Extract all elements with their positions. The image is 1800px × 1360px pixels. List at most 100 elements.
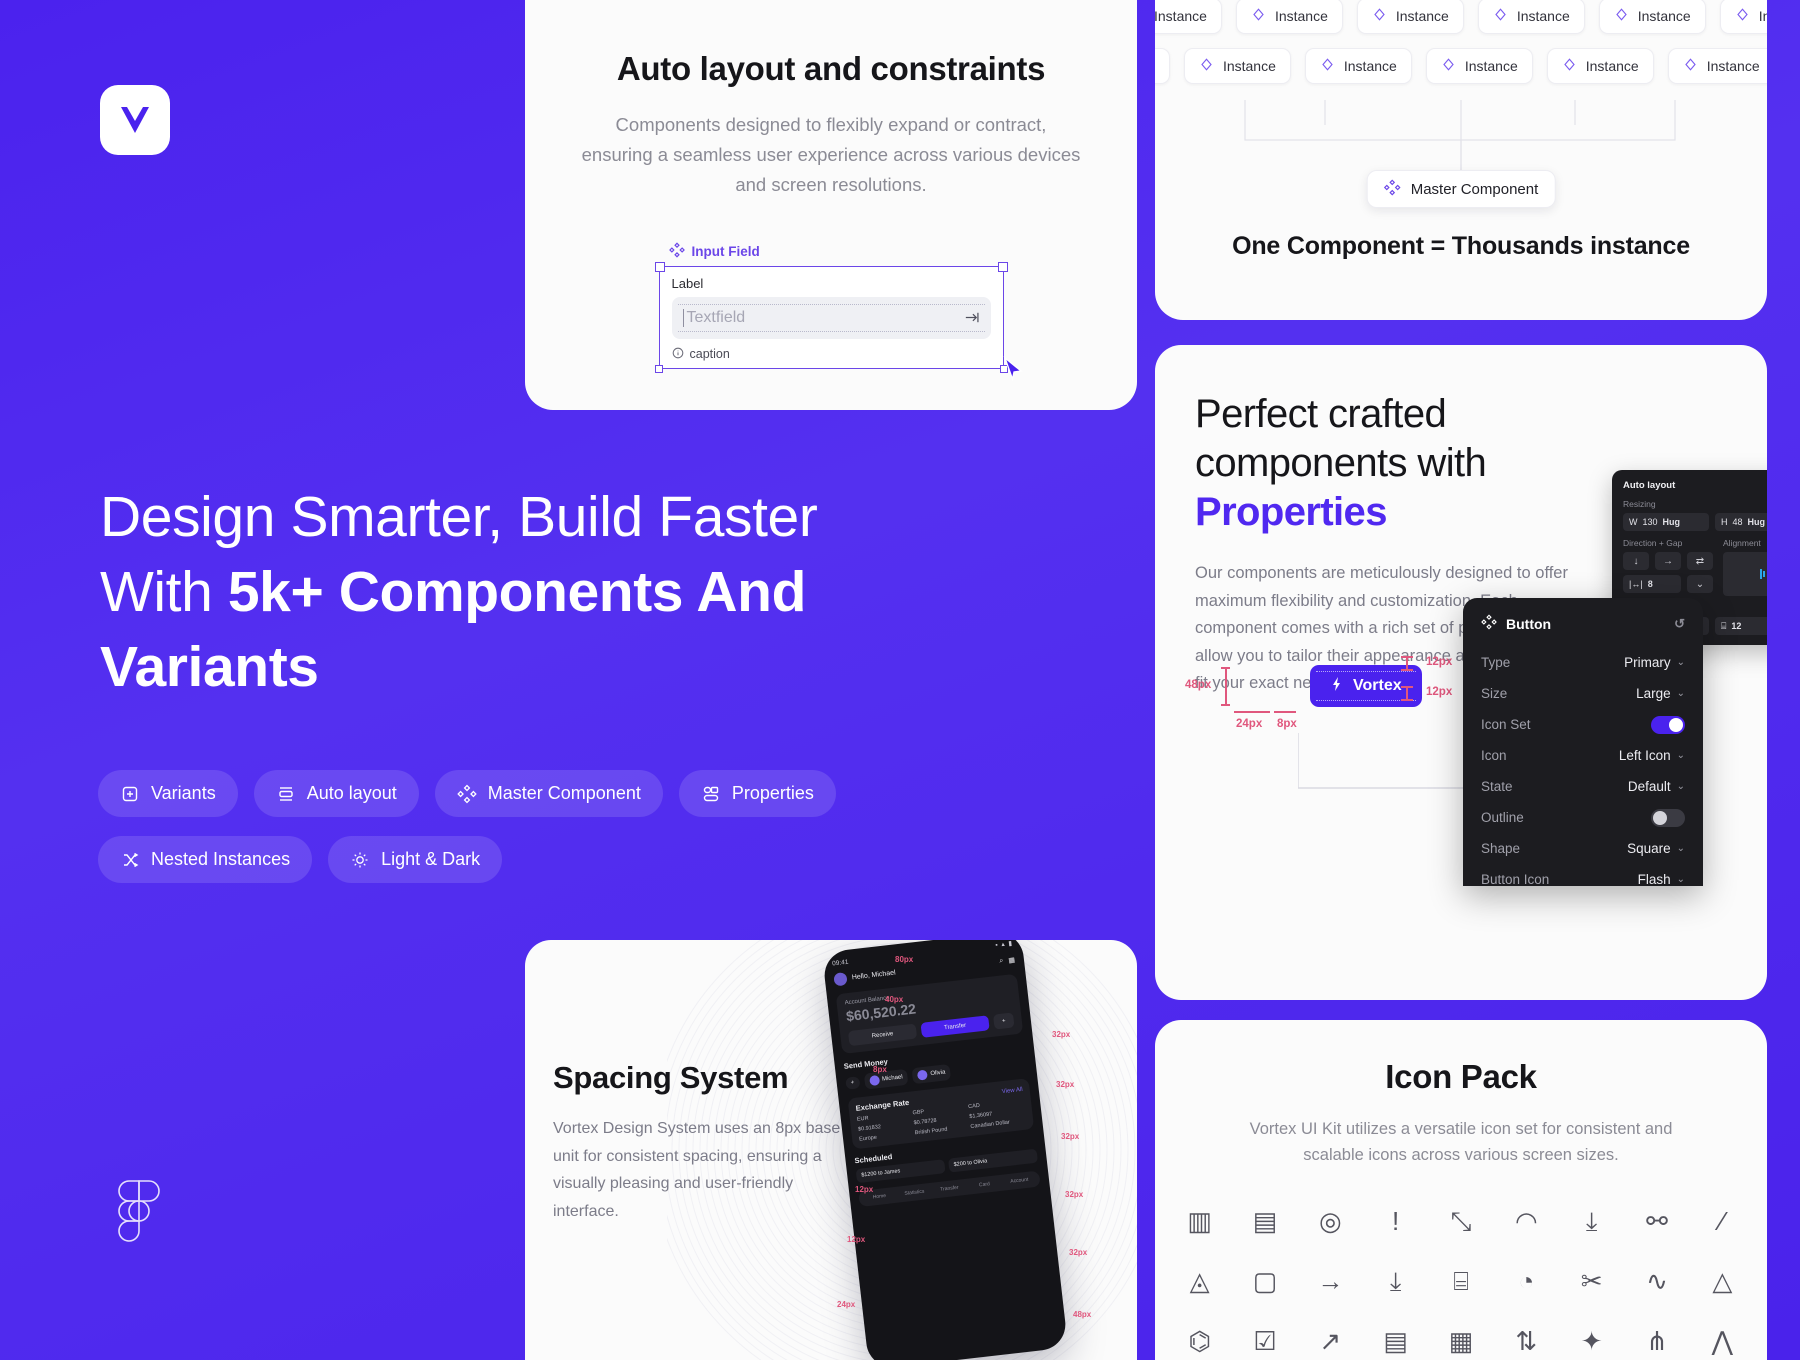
direction-vertical-button[interactable]: ↓: [1623, 552, 1649, 570]
property-row[interactable]: Button Icon Flash ⌄: [1481, 864, 1685, 886]
scheduled-title: Scheduled: [854, 1152, 893, 1166]
nav-item[interactable]: Card: [967, 1180, 1003, 1190]
instance-chip[interactable]: Instance: [1356, 0, 1464, 34]
property-value-label: Flash: [1637, 872, 1671, 886]
list-item[interactable]: $200 to Olivia: [948, 1148, 1039, 1173]
nav-item[interactable]: Statistics: [897, 1188, 933, 1198]
bird-icon[interactable]: ◠: [1496, 1195, 1557, 1247]
gap-field[interactable]: |↔| 8: [1623, 575, 1681, 593]
master-component-chip[interactable]: Master Component: [1366, 170, 1556, 208]
direction-wrap-button[interactable]: ⇄: [1687, 552, 1713, 570]
chart-bars-icon[interactable]: ▥: [1169, 1195, 1230, 1247]
download-circle-icon[interactable]: ⤓: [1561, 1195, 1622, 1247]
padding-vertical-field[interactable]: ⌸ 12: [1715, 617, 1767, 635]
compass-icon[interactable]: ◬: [1169, 1255, 1230, 1307]
page-root: Design Smarter, Build Faster With 5k+ Co…: [0, 0, 1800, 1360]
diamond-icon: [1735, 7, 1750, 25]
gap-dropdown-button[interactable]: ⌄: [1687, 575, 1713, 593]
padding-v-value: 12: [1731, 621, 1742, 631]
spacing-mark: 48px: [1073, 1310, 1092, 1319]
pill-nested-instances[interactable]: Nested Instances: [98, 836, 313, 883]
instance-chip[interactable]: Instance: [1719, 0, 1767, 34]
property-row[interactable]: Shape Square ⌄: [1481, 833, 1685, 864]
property-row[interactable]: Icon Set: [1481, 709, 1685, 740]
alignment-picker[interactable]: [1723, 552, 1767, 596]
toggle-switch[interactable]: [1651, 808, 1685, 827]
reset-icon[interactable]: ↺: [1674, 616, 1685, 632]
nav-item[interactable]: Account: [1002, 1176, 1038, 1186]
spacing-mark: 12px: [855, 1185, 874, 1194]
spacing-mark: 32px: [1065, 1190, 1084, 1199]
nav-item[interactable]: Transfer: [932, 1184, 968, 1194]
download-arrow-icon[interactable]: ⤓: [1365, 1255, 1426, 1307]
arrow-up-right-icon[interactable]: ↗: [1300, 1315, 1361, 1360]
search-icon[interactable]: ⌕: [999, 957, 1004, 965]
slash-icon[interactable]: ⁄: [1692, 1195, 1753, 1247]
instance-chip[interactable]: Instance: [1304, 48, 1412, 84]
link-icon[interactable]: ⚯: [1626, 1195, 1687, 1247]
grid-icon[interactable]: ▦: [1008, 955, 1015, 964]
pill-variants[interactable]: Variants: [98, 770, 238, 817]
search-input[interactable]: Textfield: [671, 296, 991, 339]
icon-grid: ▥▤◎!⤡◠⤓⚯⁄◬▢→⤓⌸◔✂∿△⌬☑↗▤▦⇅✦⋔⋀⚗◲♡▣⌖⚑△▤⊡: [1155, 1195, 1767, 1360]
direction-horizontal-button[interactable]: →: [1655, 552, 1681, 570]
phone-time: 09:41: [831, 958, 849, 968]
property-key: Icon Set: [1481, 717, 1531, 732]
book-icon[interactable]: ▤: [1234, 1195, 1295, 1247]
property-row[interactable]: Type Primary ⌄: [1481, 647, 1685, 678]
add-person-button[interactable]: +: [845, 1076, 860, 1090]
scissors-icon[interactable]: ✂: [1561, 1255, 1622, 1307]
instance-chip[interactable]: Instance: [1477, 0, 1585, 34]
instance-chip[interactable]: Instance: [1425, 48, 1533, 84]
triangle-icon[interactable]: △: [1692, 1255, 1753, 1307]
property-row[interactable]: Size Large ⌄: [1481, 678, 1685, 709]
view-all-link[interactable]: View All: [1002, 1086, 1023, 1094]
instance-chip[interactable]: Instance: [1235, 0, 1343, 34]
enter-arrow-icon[interactable]: [963, 309, 980, 326]
spec-12px-top: 12px: [1426, 656, 1453, 668]
building-icon[interactable]: ⌸: [1430, 1255, 1491, 1307]
more-button[interactable]: +: [992, 1012, 1015, 1030]
property-row[interactable]: Outline: [1481, 802, 1685, 833]
instance-chip[interactable]: Instance: [1546, 48, 1654, 84]
width-field[interactable]: W 130 Hug: [1623, 513, 1709, 531]
arrow-right-icon[interactable]: →: [1300, 1255, 1361, 1307]
search-target-icon[interactable]: ◎: [1300, 1195, 1361, 1247]
property-row[interactable]: State Default ⌄: [1481, 771, 1685, 802]
card-spacing-system: Spacing System Vortex Design System uses…: [525, 940, 1137, 1360]
collapse-icon[interactable]: ⤡: [1430, 1195, 1491, 1247]
split-icon[interactable]: ⋔: [1626, 1315, 1687, 1360]
alignment-label: Alignment: [1723, 538, 1761, 548]
sliders-icon[interactable]: ⇅: [1496, 1315, 1557, 1360]
phone-status-icons: ▪ ▴ ▮: [995, 940, 1014, 949]
transfer-button[interactable]: Transfer: [920, 1015, 990, 1038]
pill-master-component[interactable]: Master Component: [434, 770, 663, 817]
pill-label: Light & Dark: [381, 849, 481, 869]
check-square-icon[interactable]: ☑: [1234, 1315, 1295, 1360]
calendar-icon[interactable]: ▦: [1430, 1315, 1491, 1360]
alert-icon[interactable]: !: [1365, 1195, 1426, 1247]
stand-icon[interactable]: ⌬: [1169, 1315, 1230, 1360]
instance-chip[interactable]: Instance: [1598, 0, 1706, 34]
spark-icon[interactable]: ✦: [1561, 1315, 1622, 1360]
component-badge-label: Input Field: [691, 243, 760, 259]
pill-properties[interactable]: Properties: [678, 770, 836, 817]
toggle-switch[interactable]: [1651, 715, 1685, 734]
chart-line-icon[interactable]: ⋀: [1692, 1315, 1753, 1360]
instance-chip[interactable]: Instance: [1155, 0, 1222, 34]
property-value-label: Primary: [1624, 655, 1671, 670]
instance-chip[interactable]: Instance: [1667, 48, 1767, 84]
instance-chip[interactable]: Instance: [1155, 48, 1170, 84]
height-field[interactable]: H 48 Hug: [1715, 513, 1767, 531]
property-row[interactable]: Icon Left Icon ⌄: [1481, 740, 1685, 771]
pill-auto-layout[interactable]: Auto layout: [253, 770, 419, 817]
list-item[interactable]: Olivia: [911, 1063, 952, 1085]
ghost-icon[interactable]: ◔: [1496, 1255, 1557, 1307]
instance-chip[interactable]: Instance: [1183, 48, 1291, 84]
property-value-label: Square: [1627, 841, 1671, 856]
receive-button[interactable]: Receive: [847, 1023, 918, 1047]
pill-light-dark[interactable]: Light & Dark: [328, 836, 503, 883]
wave-icon[interactable]: ∿: [1626, 1255, 1687, 1307]
document-icon[interactable]: ▢: [1234, 1255, 1295, 1307]
file-icon[interactable]: ▤: [1365, 1315, 1426, 1360]
